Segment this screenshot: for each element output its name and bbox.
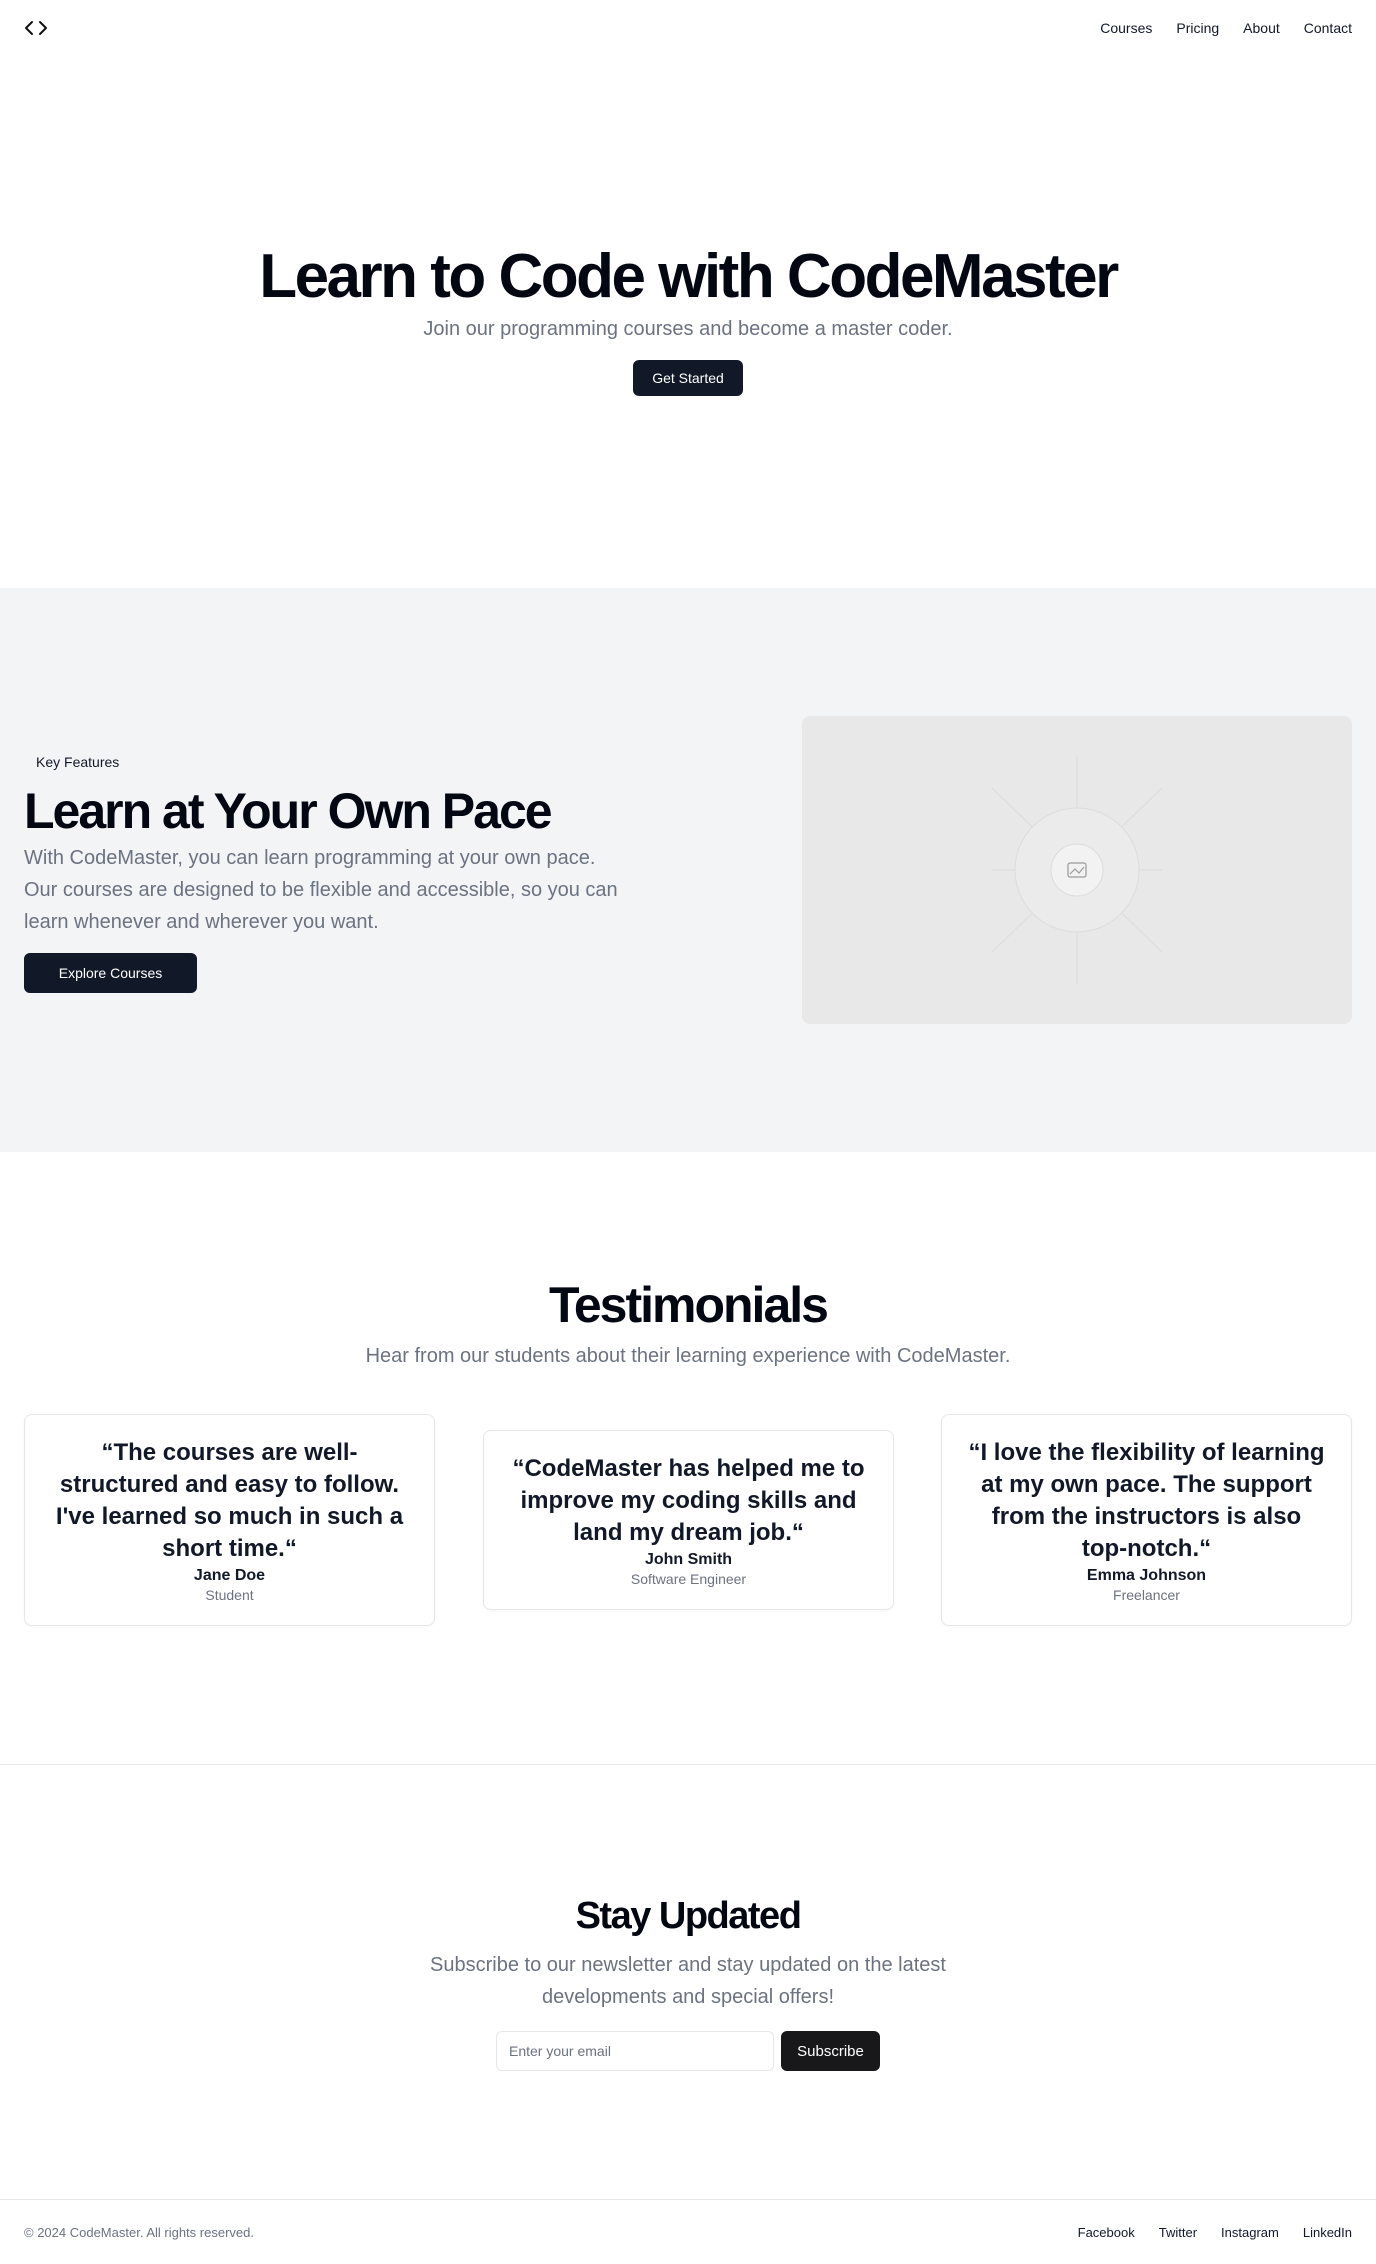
- testimonial-card: “I love the flexibility of learning at m…: [941, 1414, 1352, 1626]
- features-section: Key Features Learn at Your Own Pace With…: [0, 588, 1376, 1152]
- hero-section: Learn to Code with CodeMaster Join our p…: [0, 56, 1376, 588]
- image-placeholder-icon: [991, 756, 1163, 984]
- code-icon[interactable]: [24, 15, 50, 41]
- get-started-button[interactable]: Get Started: [633, 360, 743, 396]
- feature-image: [802, 716, 1352, 1024]
- testimonial-quote: “I love the flexibility of learning at m…: [968, 1439, 1325, 1562]
- testimonial-name: Jane Doe: [193, 1567, 266, 1584]
- main-nav: Courses Pricing About Contact: [1100, 20, 1352, 36]
- footer-link-instagram[interactable]: Instagram: [1221, 2225, 1279, 2240]
- testimonials-subtitle: Hear from our students about their learn…: [365, 1345, 1011, 1367]
- footer-link-linkedin[interactable]: LinkedIn: [1303, 2225, 1352, 2240]
- newsletter-body: Subscribe to our newsletter and stay upd…: [430, 1954, 946, 2008]
- site-header: Courses Pricing About Contact: [0, 0, 1376, 56]
- explore-courses-button[interactable]: Explore Courses: [24, 953, 197, 993]
- testimonial-role: Software Engineer: [630, 1571, 747, 1587]
- hero-title: Learn to Code with CodeMaster: [259, 242, 1119, 311]
- nav-link-pricing[interactable]: Pricing: [1176, 20, 1219, 36]
- nav-link-courses[interactable]: Courses: [1100, 20, 1152, 36]
- hero-subtitle: Join our programming courses and become …: [423, 318, 953, 340]
- email-input[interactable]: [496, 2031, 774, 2071]
- testimonial-name: John Smith: [644, 1551, 733, 1568]
- nav-link-contact[interactable]: Contact: [1304, 20, 1352, 36]
- newsletter-title: Stay Updated: [575, 1895, 802, 1937]
- subscribe-button[interactable]: Subscribe: [781, 2031, 880, 2071]
- testimonial-quote: “CodeMaster has helped me to improve my …: [512, 1455, 865, 1546]
- testimonial-card: “The courses are well-structured and eas…: [24, 1414, 435, 1626]
- testimonial-card: “CodeMaster has helped me to improve my …: [483, 1430, 894, 1610]
- testimonial-quote: “The courses are well-structured and eas…: [55, 1439, 404, 1562]
- testimonial-name: Emma Johnson: [1086, 1567, 1207, 1584]
- footer-link-facebook[interactable]: Facebook: [1078, 2225, 1135, 2240]
- features-badge: Key Features: [36, 754, 120, 770]
- testimonials-title: Testimonials: [549, 1277, 829, 1333]
- testimonials-section: Testimonials Hear from our students abou…: [0, 1152, 1376, 1764]
- footer-link-twitter[interactable]: Twitter: [1159, 2225, 1197, 2240]
- nav-link-about[interactable]: About: [1243, 20, 1280, 36]
- testimonial-role: Freelancer: [1113, 1587, 1180, 1603]
- footer-links: Facebook Twitter Instagram LinkedIn: [1078, 2225, 1352, 2240]
- newsletter-section: Stay Updated Subscribe to our newsletter…: [0, 1765, 1376, 2199]
- features-body: With CodeMaster, you can learn programmi…: [24, 847, 618, 933]
- copyright-text: © 2024 CodeMaster. All rights reserved.: [24, 2224, 254, 2240]
- testimonial-role: Student: [205, 1587, 254, 1603]
- features-title: Learn at Your Own Pace: [24, 783, 553, 839]
- site-footer: © 2024 CodeMaster. All rights reserved. …: [0, 2199, 1376, 2264]
